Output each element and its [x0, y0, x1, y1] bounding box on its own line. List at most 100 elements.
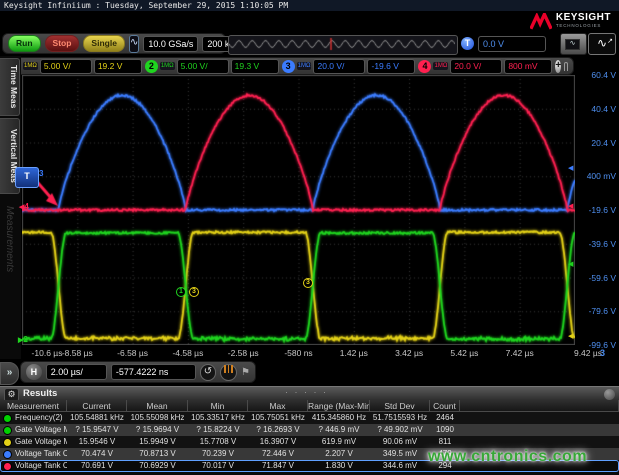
- channel-4-scale[interactable]: 20.0 V/: [450, 59, 502, 74]
- horizontal-control-group: H 2.00 µs/ -577.4222 ns ↺ ⚑: [20, 361, 256, 383]
- keysight-logo: KEYSIGHT TECHNOLOGIES: [530, 12, 611, 31]
- measurement-color-dot: [3, 462, 12, 471]
- channel-group: 1 1MΩ 5.00 V/ 19.2 V 2 1MΩ 5.00 V/ 19.3 …: [2, 57, 574, 75]
- measurement-value-cell: 619.9 mV: [308, 436, 370, 448]
- measurement-value-cell: 349.5 mV: [370, 448, 430, 460]
- column-header[interactable]: Count: [430, 400, 460, 412]
- trigger-badge[interactable]: T: [461, 37, 474, 50]
- measurement-value-cell: 2.207 V: [308, 448, 370, 460]
- channel-2-ground-marker[interactable]: ▶2: [18, 335, 28, 344]
- measurement-value-cell: 70.017 V: [188, 460, 248, 472]
- measurement-value-cell: 1.830 V: [308, 460, 370, 472]
- measurement-name: Frequency(2): [15, 412, 63, 424]
- column-header[interactable]: Std Dev: [370, 400, 430, 412]
- run-button[interactable]: Run: [8, 35, 41, 52]
- measurement-name: Voltage Tank Cir: [15, 448, 67, 460]
- measurement-value-cell: 15.9949 V: [127, 436, 188, 448]
- results-grip-handle[interactable]: · · · · ·: [285, 387, 328, 397]
- channel-4-offset[interactable]: 800 mV: [504, 59, 552, 74]
- time-tick-label: -8.58 µs: [62, 348, 93, 358]
- results-menu-button[interactable]: [604, 389, 615, 400]
- channel-1-impedance: 1MΩ: [23, 62, 38, 70]
- column-header[interactable]: [460, 400, 619, 412]
- blank-cell: [460, 460, 619, 472]
- results-row[interactable]: Voltage Tank Cir70.474 V70.8713 V70.239 …: [0, 448, 619, 460]
- tab-time-meas[interactable]: Time Meas: [0, 58, 20, 116]
- results-row[interactable]: Frequency(2)105.54881 kHz105.55098 kHz10…: [0, 412, 619, 424]
- time-tick-label: 5.42 µs: [450, 348, 478, 358]
- column-header[interactable]: Max: [248, 400, 308, 412]
- voltage-tick-label: -59.6 V: [578, 273, 616, 283]
- oscilloscope-screen: Keysight Infiniium : Tuesday, September …: [0, 0, 619, 475]
- measurement-value-cell: 70.239 V: [188, 448, 248, 460]
- markers-icon[interactable]: [220, 364, 237, 381]
- blank-cell: [460, 412, 619, 424]
- horizontal-reset-icon[interactable]: ↺: [200, 364, 217, 381]
- horizontal-badge[interactable]: H: [26, 364, 42, 380]
- channel-4-button[interactable]: 4: [418, 60, 431, 73]
- logo-band: KEYSIGHT TECHNOLOGIES: [0, 12, 619, 31]
- channel-2-scale[interactable]: 5.00 V/: [177, 59, 229, 74]
- channel-2-offset[interactable]: 19.3 V: [231, 59, 279, 74]
- channel-1-scale[interactable]: 5.00 V/: [40, 59, 92, 74]
- expand-hbar-button[interactable]: »: [0, 362, 19, 385]
- time-tick-label: -4.58 µs: [172, 348, 203, 358]
- waveform-display[interactable]: [22, 75, 575, 345]
- channel-4-ground-marker[interactable]: ◀4: [19, 202, 29, 211]
- measurement-value-cell: 344.6 mV: [370, 460, 430, 472]
- keysight-spark-icon: [530, 13, 552, 31]
- display-settings-button[interactable]: ∿: [560, 33, 587, 55]
- window-title-bar: Keysight Infiniium : Tuesday, September …: [0, 0, 619, 12]
- flag-icon[interactable]: ⚑: [241, 367, 250, 378]
- time-tick-label: 9.42 µs: [574, 348, 602, 358]
- measurement-name: Gate Voltage MC: [15, 424, 67, 436]
- results-panel: ⚙ Results · · · · · MeasurementCurrentMe…: [0, 386, 619, 475]
- measurement-value-cell: 15.7708 V: [188, 436, 248, 448]
- trigger-marker[interactable]: T: [15, 167, 39, 188]
- channel-4-impedance: 1MΩ: [433, 62, 448, 70]
- measurement-value-cell: 415.345860 Hz: [308, 412, 370, 424]
- channel-2-button[interactable]: 2: [145, 60, 158, 73]
- logo-sub: TECHNOLOGIES: [556, 22, 611, 30]
- channel-1-offset[interactable]: 19.2 V: [94, 59, 142, 74]
- single-button[interactable]: Single: [83, 35, 125, 52]
- channel-3-offset[interactable]: -19.6 V: [367, 59, 415, 74]
- voltage-tick-label: 20.4 V: [578, 138, 616, 148]
- results-title: Results: [23, 388, 57, 399]
- time-tick-label: 1.42 µs: [340, 348, 368, 358]
- probe-icon[interactable]: [564, 62, 568, 71]
- measurement-value-cell: 15.9546 V: [67, 436, 127, 448]
- measurement-value-cell: 70.8713 V: [127, 448, 188, 460]
- results-row[interactable]: Gate Voltage MC15.9546 V15.9949 V15.7708…: [0, 436, 619, 448]
- acquisition-preview-strip[interactable]: [228, 35, 458, 55]
- measurement-value-cell: 294: [430, 460, 460, 472]
- trigger-level-readout[interactable]: 0.0 V: [478, 36, 546, 52]
- timebase-readout[interactable]: 2.00 µs/: [46, 364, 107, 380]
- measurement-value-cell: ? 15.9694 V: [127, 424, 188, 436]
- column-header[interactable]: Mean: [127, 400, 188, 412]
- results-row[interactable]: Gate Voltage MC? 15.9547 V? 15.9694 V? 1…: [0, 424, 619, 436]
- results-rows: Frequency(2)105.54881 kHz105.55098 kHz10…: [0, 412, 619, 472]
- measurement-value-cell: 71.847 V: [248, 460, 308, 472]
- column-header[interactable]: Min: [188, 400, 248, 412]
- waveform-mode-icon[interactable]: ∿: [129, 35, 139, 53]
- channel-3-scale[interactable]: 20.0 V/: [313, 59, 365, 74]
- time-tick-label: -2.58 µs: [228, 348, 259, 358]
- results-row[interactable]: Voltage Tank Cir70.691 V70.6929 V70.017 …: [0, 460, 619, 472]
- measurement-color-dot: [3, 414, 12, 423]
- measurement-name-cell: Gate Voltage MC: [0, 424, 67, 436]
- channel-2-cell: 2 1MΩ 5.00 V/ 19.3 V: [145, 59, 279, 74]
- column-header[interactable]: Current: [67, 400, 127, 412]
- measurement-value-cell: 479: [430, 448, 460, 460]
- autoscale-button[interactable]: ∿↗: [588, 33, 616, 55]
- stop-button[interactable]: Stop: [45, 35, 80, 52]
- column-header[interactable]: Measurement: [0, 400, 67, 412]
- channel-3-button[interactable]: 3: [282, 60, 295, 73]
- measurement-value-cell: ? 446.9 mV: [308, 424, 370, 436]
- measurement-name-cell: Frequency(2): [0, 412, 67, 424]
- add-channel-button[interactable]: +: [555, 60, 561, 73]
- measurement-name-cell: Voltage Tank Cir: [0, 460, 67, 472]
- column-header[interactable]: Range (Max-Min): [308, 400, 370, 412]
- time-tick-label: -6.58 µs: [117, 348, 148, 358]
- horizontal-position-readout[interactable]: -577.4222 ns: [111, 364, 196, 380]
